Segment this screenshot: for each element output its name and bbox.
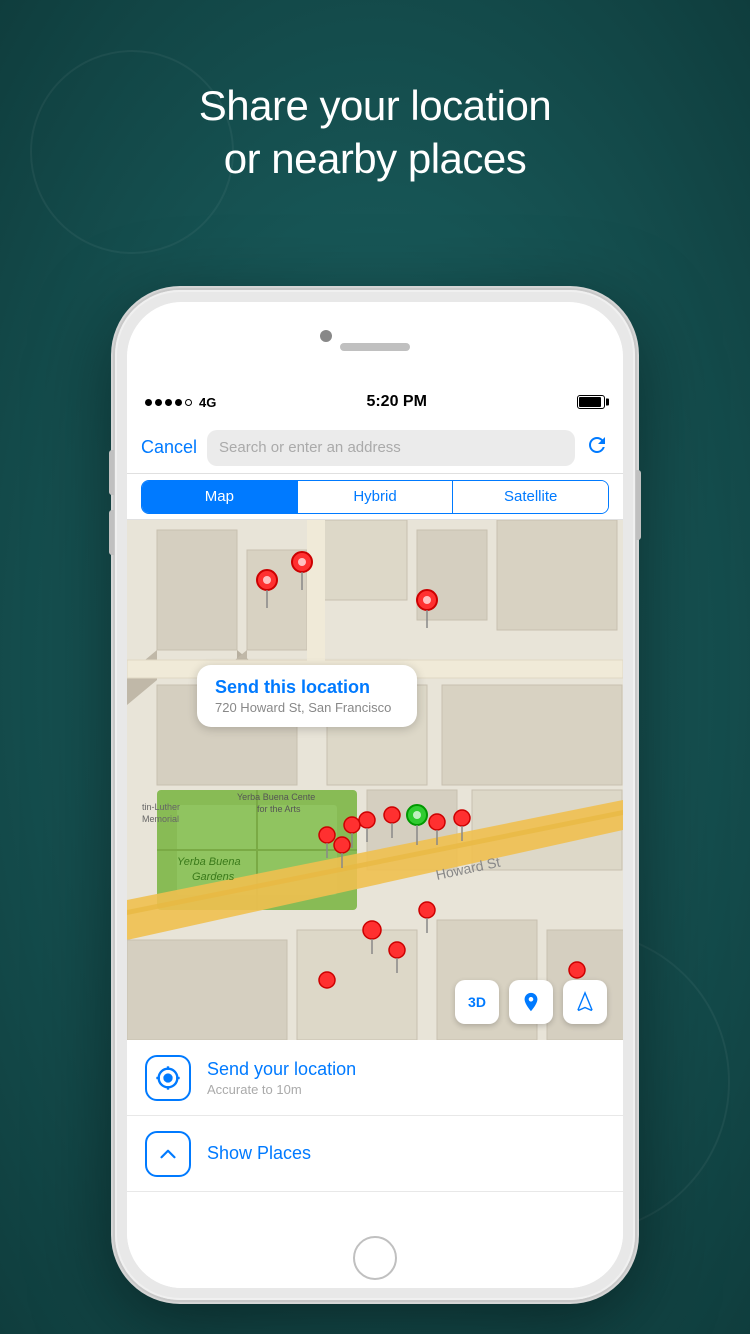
callout-title: Send this location [215, 677, 399, 698]
search-bar-row: Cancel Search or enter an address [127, 422, 623, 474]
battery-area [577, 395, 605, 409]
signal-dot-2 [155, 399, 162, 406]
tab-hybrid[interactable]: Hybrid [298, 481, 453, 513]
pin-button[interactable] [509, 980, 553, 1024]
search-placeholder: Search or enter an address [219, 439, 401, 456]
phone-screen: 4G 5:20 PM Cancel Search or enter an add… [127, 302, 623, 1288]
network-type: 4G [199, 395, 216, 410]
svg-text:Yerba Buena: Yerba Buena [177, 856, 241, 868]
current-location-icon [154, 1064, 182, 1092]
show-places-item[interactable]: Show Places [127, 1116, 623, 1192]
headline-line1: Share your location [199, 82, 551, 129]
volume-down-button [109, 510, 114, 555]
status-time: 5:20 PM [366, 393, 426, 411]
tab-container: Map Hybrid Satellite [141, 480, 609, 514]
list-area: Send your location Accurate to 10m Show … [127, 1040, 623, 1192]
cancel-button[interactable]: Cancel [141, 437, 197, 458]
battery-fill [579, 397, 601, 407]
phone-bottom-bezel [127, 1228, 623, 1288]
screen-content: 4G 5:20 PM Cancel Search or enter an add… [127, 382, 623, 1288]
map-view[interactable]: Howard St tin-Luther Memorial Yerba Buen… [127, 520, 623, 1040]
phone-top-bezel [127, 302, 623, 382]
3d-button[interactable]: 3D [455, 980, 499, 1024]
search-input[interactable]: Search or enter an address [207, 430, 575, 466]
svg-text:tin-Luther: tin-Luther [142, 802, 180, 812]
location-callout[interactable]: Send this location 720 Howard St, San Fr… [197, 665, 417, 727]
pin-icon [520, 991, 542, 1013]
send-location-item[interactable]: Send your location Accurate to 10m [127, 1040, 623, 1116]
signal-area: 4G [145, 395, 216, 410]
signal-dot-4 [175, 399, 182, 406]
signal-dot-3 [165, 399, 172, 406]
callout-address: 720 Howard St, San Francisco [215, 700, 399, 715]
earpiece-speaker [340, 343, 410, 351]
home-button[interactable] [353, 1236, 397, 1280]
volume-up-button [109, 450, 114, 495]
show-places-text: Show Places [207, 1143, 311, 1164]
show-places-title: Show Places [207, 1143, 311, 1164]
tab-map[interactable]: Map [142, 481, 297, 513]
navigate-button[interactable] [563, 980, 607, 1024]
tab-satellite[interactable]: Satellite [453, 481, 608, 513]
svg-text:Memorial: Memorial [142, 814, 179, 824]
send-location-title: Send your location [207, 1059, 356, 1080]
refresh-button[interactable] [585, 433, 609, 463]
map-type-tabs: Map Hybrid Satellite [127, 474, 623, 520]
svg-text:Gardens: Gardens [192, 871, 235, 883]
send-location-subtitle: Accurate to 10m [207, 1082, 356, 1097]
headline: Share your location or nearby places [0, 80, 750, 185]
send-location-text: Send your location Accurate to 10m [207, 1059, 356, 1097]
power-button [636, 470, 641, 540]
signal-dot-5 [185, 399, 192, 406]
svg-text:for the Arts: for the Arts [257, 804, 301, 814]
navigate-icon [574, 991, 596, 1013]
send-location-icon-container [145, 1055, 191, 1101]
map-controls: 3D [455, 980, 607, 1024]
show-places-icon [155, 1141, 181, 1167]
phone-frame: 4G 5:20 PM Cancel Search or enter an add… [115, 290, 635, 1300]
signal-dot-1 [145, 399, 152, 406]
battery-indicator [577, 395, 605, 409]
map-svg: Howard St tin-Luther Memorial Yerba Buen… [127, 520, 623, 1040]
show-places-icon-container [145, 1131, 191, 1177]
front-camera [320, 330, 332, 342]
headline-line2: or nearby places [224, 135, 527, 182]
svg-text:Yerba Buena Cente: Yerba Buena Cente [237, 792, 315, 802]
status-bar: 4G 5:20 PM [127, 382, 623, 422]
refresh-icon [585, 433, 609, 457]
